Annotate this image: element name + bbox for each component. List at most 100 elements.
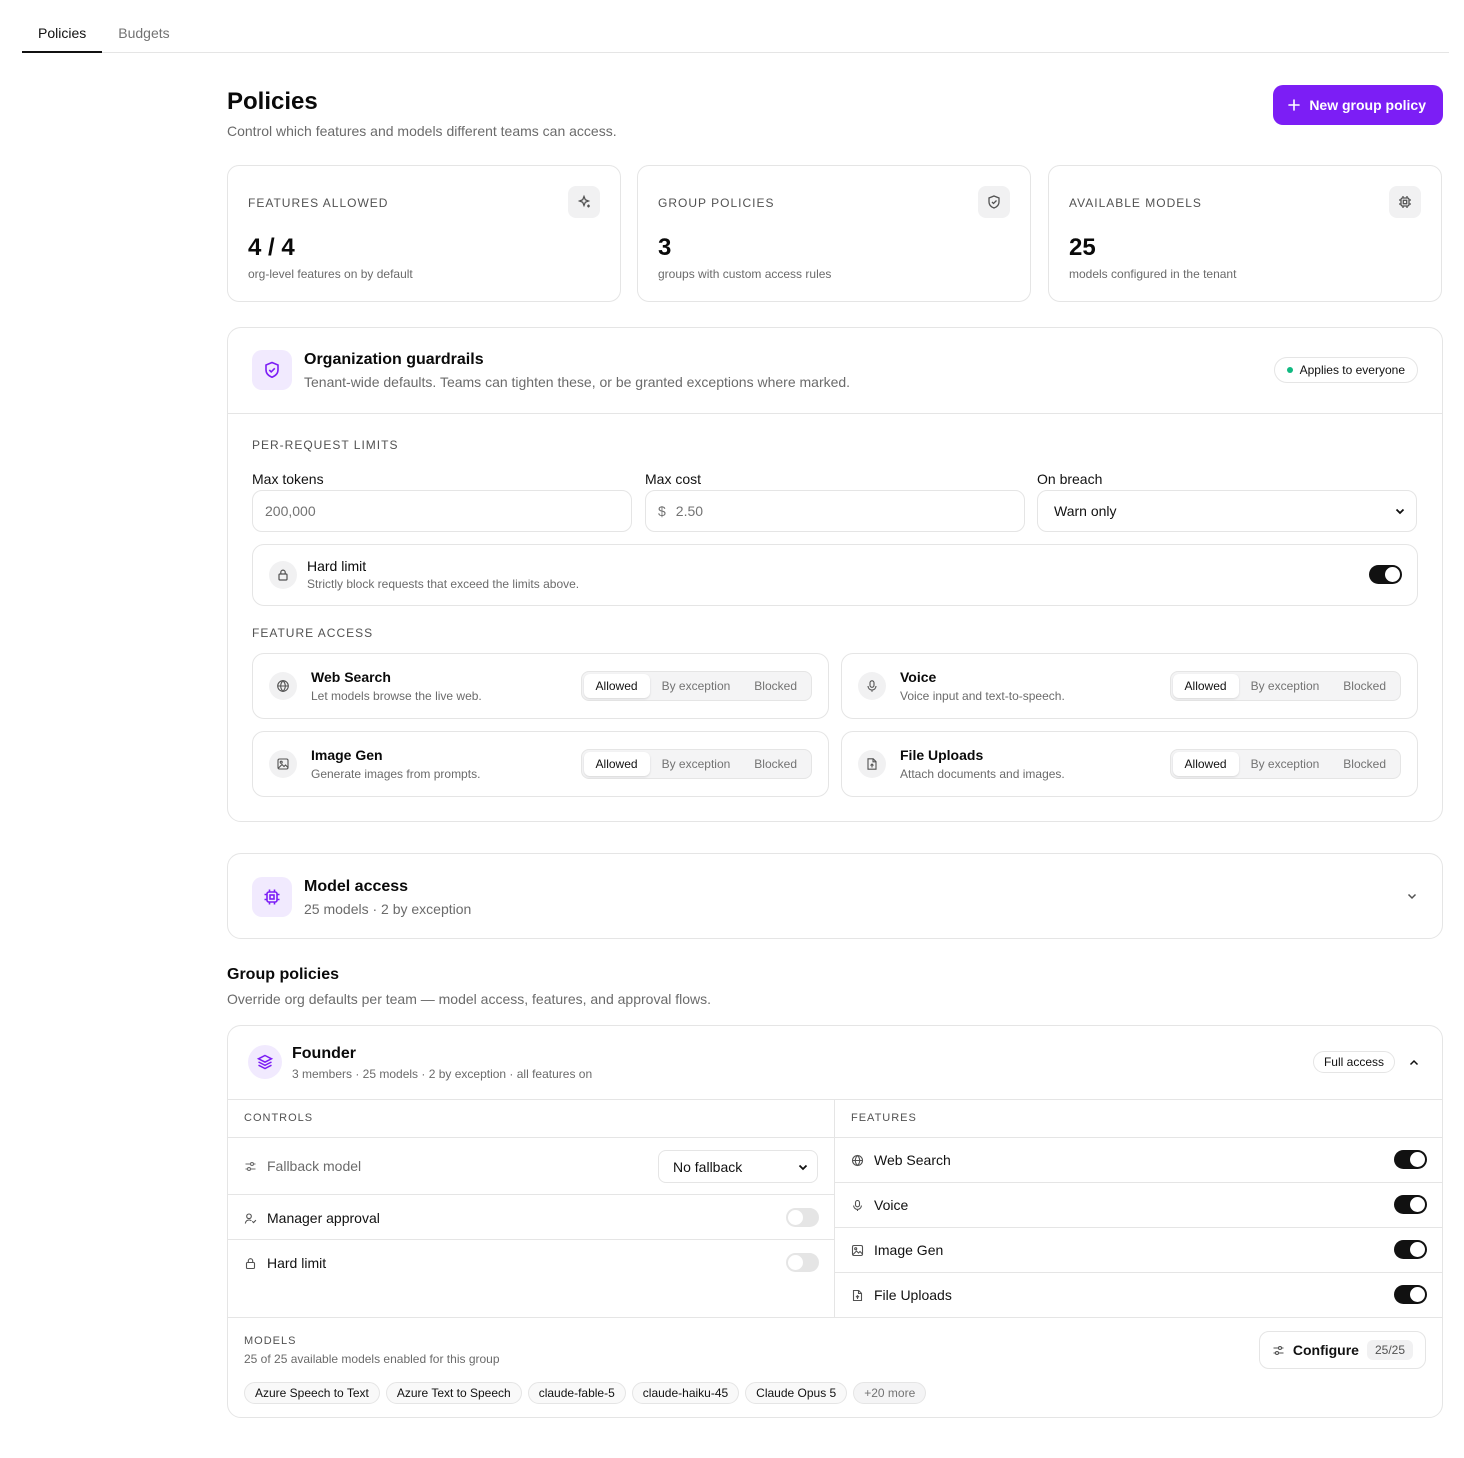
layers-icon — [248, 1045, 282, 1079]
mic-icon — [851, 1199, 864, 1212]
stat-value: 4 / 4 — [248, 234, 295, 261]
founder-header[interactable]: Founder 3 members · 25 models · 2 by exc… — [228, 1026, 1442, 1100]
file-uploads-toggle[interactable] — [1394, 1285, 1427, 1304]
currency-prefix: $ — [658, 503, 666, 519]
segment-by-exception[interactable]: By exception — [1239, 674, 1332, 698]
voice-toggle[interactable] — [1394, 1195, 1427, 1214]
chevron-down-icon — [1394, 505, 1406, 517]
group-meta: 3 members · 25 models · 2 by exception ·… — [292, 1067, 593, 1081]
max-tokens-input[interactable]: 200,000 — [252, 490, 632, 532]
group-policies-subtitle: Override org defaults per team — model a… — [227, 991, 712, 1007]
user-check-icon — [244, 1212, 257, 1225]
access-segmented-control: Allowed By exception Blocked — [1169, 749, 1401, 779]
lock-icon — [244, 1257, 257, 1270]
fallback-model-value: No fallback — [673, 1158, 743, 1175]
stat-value: 3 — [658, 234, 672, 261]
configure-models-button[interactable]: Configure 25/25 — [1258, 1331, 1426, 1369]
models-label: MODELS — [244, 1335, 297, 1347]
chevron-down-icon[interactable] — [1406, 890, 1418, 902]
feature-card-image-gen: Image Gen Generate images from prompts. … — [252, 731, 829, 797]
manager-approval-toggle[interactable] — [786, 1208, 819, 1227]
stat-label: FEATURES ALLOWED — [248, 196, 389, 210]
features-label: FEATURES — [851, 1112, 917, 1124]
segment-by-exception[interactable]: By exception — [1239, 752, 1332, 776]
feature-desc: Let models browse the live web. — [311, 689, 482, 703]
model-chip: Azure Speech to Text — [244, 1382, 380, 1404]
sliders-icon — [244, 1160, 257, 1173]
hard-limit-title: Hard limit — [307, 558, 367, 574]
page-subtitle: Control which features and models differ… — [227, 123, 617, 139]
applies-badge-label: Applies to everyone — [1299, 363, 1405, 377]
cpu-icon — [1389, 186, 1421, 218]
hard-limit-toggle[interactable] — [786, 1253, 819, 1272]
hard-limit-toggle[interactable] — [1369, 565, 1402, 584]
sliders-icon — [1272, 1344, 1285, 1357]
controls-label: CONTROLS — [244, 1112, 314, 1124]
tab-policies[interactable]: Policies — [22, 14, 103, 53]
group-policies-title: Group policies — [227, 966, 340, 983]
max-cost-input[interactable]: $ 2.50 — [645, 490, 1025, 532]
feature-name: Voice — [874, 1197, 909, 1213]
divider — [228, 1317, 1442, 1318]
manager-approval-text: Manager approval — [267, 1210, 380, 1226]
group-feature-voice: Voice — [851, 1197, 908, 1213]
stat-desc: groups with custom access rules — [658, 267, 832, 281]
guardrails-title: Organization guardrails — [304, 351, 484, 368]
segment-allowed[interactable]: Allowed — [583, 674, 650, 698]
segment-allowed[interactable]: Allowed — [583, 752, 650, 776]
feature-name: File Uploads — [874, 1287, 952, 1303]
model-access-card[interactable]: Model access 25 models · 2 by exception — [227, 853, 1443, 939]
guardrails-subtitle: Tenant-wide defaults. Teams can tighten … — [304, 374, 851, 390]
stat-card-groups: GROUP POLICIES 3 groups with custom acce… — [637, 165, 1031, 302]
feature-name: Web Search — [874, 1152, 951, 1168]
group-feature-web-search: Web Search — [851, 1152, 951, 1168]
chevron-up-icon[interactable] — [1408, 1057, 1420, 1069]
fallback-model-select[interactable]: No fallback — [658, 1150, 818, 1183]
hard-limit-desc: Strictly block requests that exceed the … — [307, 577, 580, 591]
segment-blocked[interactable]: Blocked — [742, 674, 809, 698]
stat-card-models: AVAILABLE MODELS 25 models configured in… — [1048, 165, 1442, 302]
page-title: Policies — [227, 88, 318, 115]
lock-icon — [269, 561, 297, 589]
globe-icon — [851, 1154, 864, 1167]
founder-policy-card: Founder 3 members · 25 models · 2 by exc… — [227, 1025, 1443, 1418]
web-search-toggle[interactable] — [1394, 1150, 1427, 1169]
configure-label: Configure — [1292, 1342, 1359, 1358]
access-segmented-control: Allowed By exception Blocked — [1169, 671, 1401, 701]
new-group-policy-button[interactable]: New group policy — [1273, 85, 1443, 125]
segment-allowed[interactable]: Allowed — [1172, 674, 1239, 698]
segment-blocked[interactable]: Blocked — [1331, 674, 1398, 698]
max-tokens-label: Max tokens — [252, 471, 324, 487]
on-breach-label: On breach — [1037, 471, 1103, 487]
sparkle-icon — [568, 186, 600, 218]
divider — [834, 1272, 1442, 1273]
divider — [228, 1137, 1442, 1138]
on-breach-select[interactable]: Warn only — [1037, 490, 1417, 532]
model-chip: claude-fable-5 — [527, 1382, 626, 1404]
feature-desc: Attach documents and images. — [900, 767, 1065, 781]
more-models-chip[interactable]: +20 more — [853, 1382, 927, 1404]
guardrails-header: Organization guardrails Tenant-wide defa… — [228, 328, 1442, 414]
shield-icon — [252, 350, 292, 390]
on-breach-value: Warn only — [1054, 503, 1117, 519]
access-segmented-control: Allowed By exception Blocked — [580, 749, 812, 779]
image-gen-toggle[interactable] — [1394, 1240, 1427, 1259]
segment-by-exception[interactable]: By exception — [650, 752, 743, 776]
segment-blocked[interactable]: Blocked — [1331, 752, 1398, 776]
fallback-model-text: Fallback model — [267, 1158, 362, 1174]
feature-name: Web Search — [311, 669, 391, 685]
max-cost-placeholder: 2.50 — [675, 503, 704, 519]
model-access-title: Model access — [304, 878, 409, 895]
file-upload-icon — [851, 1289, 864, 1302]
max-tokens-placeholder: 200,000 — [265, 503, 316, 519]
image-icon — [851, 1244, 864, 1257]
tab-budgets[interactable]: Budgets — [102, 14, 185, 53]
feature-card-web-search: Web Search Let models browse the live we… — [252, 653, 829, 719]
model-access-subtitle: 25 models · 2 by exception — [304, 901, 472, 917]
segment-allowed[interactable]: Allowed — [1172, 752, 1239, 776]
segment-by-exception[interactable]: By exception — [650, 674, 743, 698]
guardrails-card: Organization guardrails Tenant-wide defa… — [227, 327, 1443, 822]
divider — [228, 1194, 834, 1195]
segment-blocked[interactable]: Blocked — [742, 752, 809, 776]
full-access-badge: Full access — [1312, 1051, 1395, 1073]
